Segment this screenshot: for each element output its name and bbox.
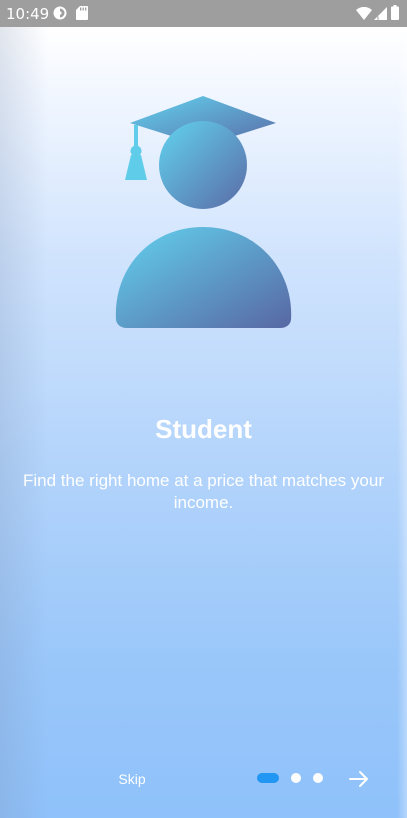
cell-signal-icon bbox=[374, 7, 387, 20]
status-bar: 10:49 bbox=[0, 0, 407, 27]
page-indicator-dot-active[interactable] bbox=[257, 773, 279, 783]
page-indicator-dot[interactable] bbox=[291, 773, 301, 783]
wifi-icon bbox=[356, 7, 372, 20]
page-indicator bbox=[257, 772, 323, 784]
skip-button[interactable]: Skip bbox=[108, 768, 156, 790]
battery-icon bbox=[391, 5, 399, 20]
arrow-right-icon bbox=[349, 771, 368, 787]
page-indicator-dot[interactable] bbox=[313, 773, 323, 783]
status-time: 10:49 bbox=[6, 5, 50, 23]
next-button[interactable] bbox=[345, 765, 373, 793]
graduate-person-icon bbox=[115, 96, 292, 328]
onboarding-description: Find the right home at a price that matc… bbox=[23, 471, 384, 512]
sd-card-icon bbox=[76, 6, 88, 20]
onboarding-title: Student bbox=[155, 414, 252, 444]
onboarding-screen: Student Find the right home at a price t… bbox=[0, 27, 407, 818]
data-saver-icon bbox=[53, 6, 67, 20]
